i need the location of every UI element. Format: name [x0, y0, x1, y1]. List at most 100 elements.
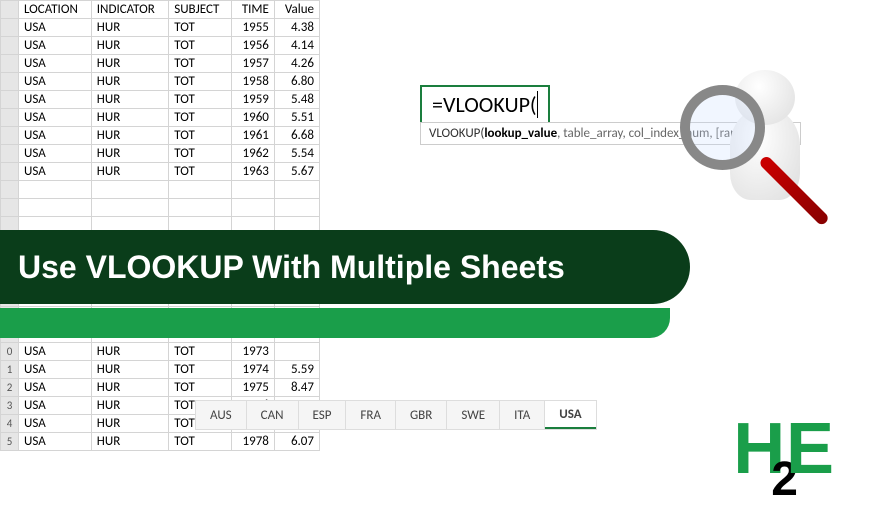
cell-time[interactable]: 1962 — [232, 145, 275, 163]
cell-subject[interactable]: TOT — [169, 37, 232, 55]
cell-value[interactable]: 5.59 — [274, 361, 319, 379]
cell-location[interactable]: USA — [19, 379, 92, 397]
cell-location[interactable]: USA — [19, 91, 92, 109]
cell-location[interactable]: USA — [19, 361, 92, 379]
cell-location[interactable]: USA — [19, 343, 92, 361]
cell-value[interactable]: 4.38 — [274, 19, 319, 37]
cell-subject[interactable]: TOT — [169, 379, 232, 397]
formula-input[interactable]: =VLOOKUP( — [420, 85, 550, 124]
cell-value[interactable]: 8.47 — [274, 379, 319, 397]
table-row[interactable]: 2USAHURTOT19758.47 — [1, 379, 320, 397]
cell-value[interactable]: 6.80 — [274, 73, 319, 91]
cell-location[interactable]: USA — [19, 73, 92, 91]
cell-location[interactable] — [19, 181, 92, 199]
cell-indicator[interactable]: HUR — [91, 379, 168, 397]
cell-time[interactable]: 1975 — [232, 379, 275, 397]
table-row[interactable]: 0USAHURTOT1973 — [1, 343, 320, 361]
cell-indicator[interactable]: HUR — [91, 343, 168, 361]
table-row[interactable]: USAHURTOT19625.54 — [1, 145, 320, 163]
cell-indicator[interactable]: HUR — [91, 73, 168, 91]
cell-value[interactable] — [274, 199, 319, 217]
cell-time[interactable]: 1957 — [232, 55, 275, 73]
cell-time[interactable]: 1956 — [232, 37, 275, 55]
table-row[interactable]: USAHURTOT19564.14 — [1, 37, 320, 55]
cell-location[interactable]: USA — [19, 127, 92, 145]
cell-value[interactable]: 6.68 — [274, 127, 319, 145]
cell-time[interactable] — [232, 181, 275, 199]
cell-location[interactable]: USA — [19, 145, 92, 163]
cell-indicator[interactable]: HUR — [91, 415, 168, 433]
cell-value[interactable]: 4.14 — [274, 37, 319, 55]
cell-value[interactable]: 6.07 — [274, 433, 319, 451]
cell-location[interactable]: USA — [19, 109, 92, 127]
cell-indicator[interactable]: HUR — [91, 433, 168, 451]
cell-subject[interactable]: TOT — [169, 433, 232, 451]
cell-subject[interactable]: TOT — [169, 19, 232, 37]
cell-time[interactable]: 1961 — [232, 127, 275, 145]
cell-time[interactable]: 1974 — [232, 361, 275, 379]
cell-subject[interactable]: TOT — [169, 109, 232, 127]
table-row[interactable]: USAHURTOT19605.51 — [1, 109, 320, 127]
cell-location[interactable]: USA — [19, 415, 92, 433]
table-row[interactable] — [1, 199, 320, 217]
cell-location[interactable]: USA — [19, 55, 92, 73]
cell-time[interactable] — [232, 199, 275, 217]
cell-location[interactable]: USA — [19, 19, 92, 37]
table-row[interactable]: 1USAHURTOT19745.59 — [1, 361, 320, 379]
cell-indicator[interactable]: HUR — [91, 163, 168, 181]
cell-time[interactable]: 1973 — [232, 343, 275, 361]
cell-indicator[interactable]: HUR — [91, 37, 168, 55]
cell-value[interactable]: 5.67 — [274, 163, 319, 181]
sheet-tab-usa[interactable]: USA — [545, 401, 595, 429]
cell-indicator[interactable]: HUR — [91, 145, 168, 163]
cell-subject[interactable] — [169, 199, 232, 217]
table-row[interactable]: USAHURTOT19616.68 — [1, 127, 320, 145]
sheet-tab-fra[interactable]: FRA — [346, 401, 396, 429]
cell-location[interactable]: USA — [19, 37, 92, 55]
cell-location[interactable]: USA — [19, 433, 92, 451]
cell-time[interactable]: 1955 — [232, 19, 275, 37]
cell-indicator[interactable] — [91, 199, 168, 217]
cell-value[interactable]: 5.48 — [274, 91, 319, 109]
cell-time[interactable]: 1959 — [232, 91, 275, 109]
cell-indicator[interactable]: HUR — [91, 19, 168, 37]
cell-indicator[interactable]: HUR — [91, 397, 168, 415]
cell-value[interactable] — [274, 343, 319, 361]
cell-value[interactable]: 5.54 — [274, 145, 319, 163]
table-row[interactable]: USAHURTOT19595.48 — [1, 91, 320, 109]
cell-indicator[interactable] — [91, 181, 168, 199]
sheet-tab-ita[interactable]: ITA — [500, 401, 545, 429]
sheet-tab-aus[interactable]: AUS — [196, 401, 247, 429]
table-row[interactable]: 5USAHURTOT19786.07 — [1, 433, 320, 451]
cell-value[interactable] — [274, 181, 319, 199]
cell-subject[interactable]: TOT — [169, 91, 232, 109]
table-row[interactable]: USAHURTOT19554.38 — [1, 19, 320, 37]
cell-time[interactable]: 1978 — [232, 433, 275, 451]
cell-subject[interactable] — [169, 181, 232, 199]
cell-subject[interactable]: TOT — [169, 145, 232, 163]
cell-subject[interactable]: TOT — [169, 361, 232, 379]
sheet-tab-swe[interactable]: SWE — [447, 401, 500, 429]
cell-subject[interactable]: TOT — [169, 55, 232, 73]
cell-indicator[interactable]: HUR — [91, 361, 168, 379]
table-row[interactable]: USAHURTOT19635.67 — [1, 163, 320, 181]
cell-location[interactable] — [19, 199, 92, 217]
cell-subject[interactable]: TOT — [169, 343, 232, 361]
cell-indicator[interactable]: HUR — [91, 91, 168, 109]
cell-time[interactable]: 1960 — [232, 109, 275, 127]
cell-value[interactable]: 5.51 — [274, 109, 319, 127]
cell-indicator[interactable]: HUR — [91, 127, 168, 145]
cell-location[interactable]: USA — [19, 163, 92, 181]
cell-subject[interactable]: TOT — [169, 73, 232, 91]
sheet-tab-esp[interactable]: ESP — [299, 401, 347, 429]
cell-indicator[interactable]: HUR — [91, 55, 168, 73]
cell-value[interactable]: 4.26 — [274, 55, 319, 73]
cell-subject[interactable]: TOT — [169, 127, 232, 145]
table-row[interactable]: USAHURTOT19586.80 — [1, 73, 320, 91]
sheet-tab-can[interactable]: CAN — [247, 401, 299, 429]
cell-subject[interactable]: TOT — [169, 163, 232, 181]
table-row[interactable] — [1, 181, 320, 199]
cell-location[interactable]: USA — [19, 397, 92, 415]
table-row[interactable]: USAHURTOT19574.26 — [1, 55, 320, 73]
cell-time[interactable]: 1963 — [232, 163, 275, 181]
